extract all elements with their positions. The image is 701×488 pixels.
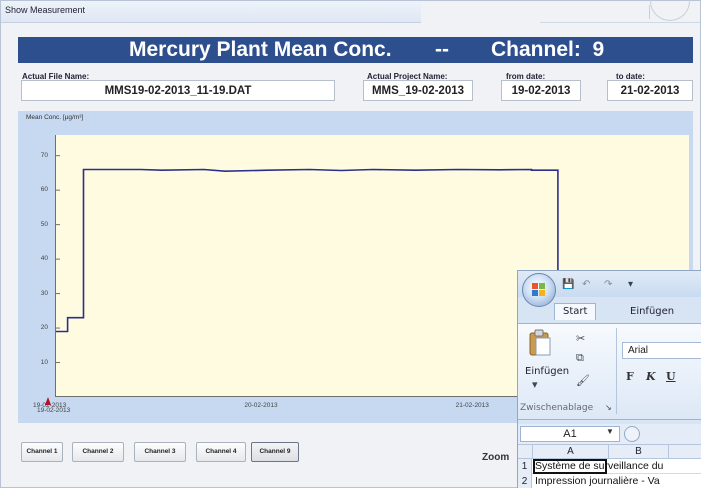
italic-button[interactable]: K	[646, 370, 656, 383]
y-tick-label: 30	[40, 289, 48, 297]
redo-icon[interactable]: ↷	[604, 279, 612, 290]
x-tick-label: 20-02-2013	[244, 402, 278, 409]
banner-channel: Channel: 9	[491, 38, 605, 61]
y-tick-label: 50	[40, 220, 48, 228]
quick-access-dropdown-icon[interactable]: ▾	[628, 279, 633, 290]
name-box[interactable]: A1	[520, 426, 620, 442]
channel-3-button[interactable]: Channel 3	[134, 442, 186, 462]
zoom-label[interactable]: Zoom	[482, 452, 509, 463]
cut-icon[interactable]: ✂	[576, 332, 585, 345]
bold-button[interactable]: F	[626, 370, 634, 383]
clipboard-group-label: Zwischenablage	[520, 403, 594, 413]
name-box-value: A1	[563, 428, 577, 440]
tab-einfuegen[interactable]: Einfügen	[630, 306, 674, 317]
clipboard-launcher-icon[interactable]: ↘	[605, 403, 612, 412]
cell-a2[interactable]: Impression journalière - Va	[535, 474, 660, 488]
name-box-dropdown-icon[interactable]: ▼	[606, 427, 614, 436]
channel-9-button[interactable]: Channel 9	[251, 442, 299, 462]
column-headers: A B	[518, 444, 701, 459]
column-header-b[interactable]: B	[609, 445, 669, 459]
row-number[interactable]: 1	[518, 459, 532, 474]
y-axis-label: Mean Conc. [µg/m³]	[26, 114, 84, 121]
font-name-box[interactable]: Arial	[622, 342, 701, 359]
ribbon-tabs: Start Einfügen	[518, 303, 701, 323]
corner-decoration	[540, 0, 700, 23]
file-name-field[interactable]: MMS19-02-2013_11-19.DAT	[21, 80, 335, 101]
marker-date: 19-02-2013	[37, 407, 71, 414]
y-tick-label: 70	[40, 151, 48, 159]
banner-title: Mercury Plant Mean Conc.	[129, 38, 392, 61]
undo-icon[interactable]: ↶	[582, 279, 590, 290]
date-marker-icon[interactable]	[45, 397, 51, 405]
window-titlebar: Show Measurement	[1, 1, 421, 23]
formula-button-icon[interactable]	[624, 426, 640, 442]
to-date-field[interactable]: 21-02-2013	[607, 80, 693, 101]
banner-separator: --	[435, 38, 449, 61]
y-tick-label: 40	[40, 255, 48, 263]
row-number[interactable]: 2	[518, 474, 532, 488]
paste-dropdown-icon[interactable]: ▾	[532, 378, 538, 391]
y-tick-label: 20	[40, 324, 48, 332]
x-tick-label: 21-02-2013	[455, 402, 489, 409]
title-banner: Mercury Plant Mean Conc. -- Channel: 9	[18, 37, 693, 63]
channel-4-button[interactable]: Channel 4	[196, 442, 246, 462]
column-header-a[interactable]: A	[533, 445, 609, 459]
channel-1-button[interactable]: Channel 1	[21, 442, 63, 462]
project-name-field[interactable]: MMS_19-02-2013	[363, 80, 473, 101]
y-tick-label: 10	[40, 358, 48, 366]
save-icon[interactable]: 💾	[562, 279, 574, 290]
ribbon: Einfügen ▾ ✂ ⧉ 🖌 Zwischenablage ↘ Arial …	[518, 323, 701, 420]
sheet-row: 2 Impression journalière - Va	[518, 474, 701, 488]
from-date-field[interactable]: 19-02-2013	[501, 80, 581, 101]
y-tick-label: 60	[40, 186, 48, 194]
selected-cell-outline	[533, 459, 607, 474]
copy-icon[interactable]: ⧉	[576, 352, 584, 365]
underline-button[interactable]: U	[666, 370, 676, 383]
tab-start[interactable]: Start	[554, 303, 597, 320]
format-painter-icon[interactable]: 🖌	[576, 374, 590, 387]
office-logo-icon	[532, 283, 545, 296]
channel-2-button[interactable]: Channel 2	[72, 442, 124, 462]
office-button[interactable]	[522, 273, 556, 307]
excel-window: 💾 ↶ ↷ ▾ Start Einfügen Einfügen ▾ ✂ ⧉ 🖌 …	[517, 270, 701, 488]
paste-button-label[interactable]: Einfügen	[525, 366, 569, 377]
sheet-row: 1 Système de surveillance du	[518, 459, 701, 474]
window-title: Show Measurement	[5, 5, 86, 15]
paste-icon[interactable]	[528, 329, 552, 357]
formula-bar: A1 ▼	[518, 424, 701, 444]
